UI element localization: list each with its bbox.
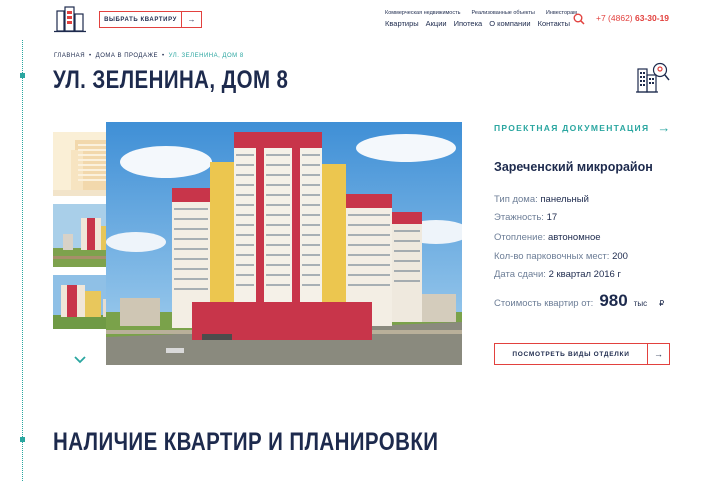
rail-marker	[20, 437, 25, 442]
breadcrumb-home[interactable]: ГЛАВНАЯ	[54, 53, 85, 59]
property-value: автономное	[548, 232, 601, 243]
project-docs-link[interactable]: ПРОЕКТНАЯ ДОКУМЕНТАЦИЯ →	[494, 121, 670, 134]
chevron-down-icon[interactable]	[73, 352, 87, 364]
breadcrumb-separator: •	[89, 53, 92, 59]
phone-digits: 63-30-19	[635, 13, 670, 23]
price-from: Стоимость квартир от: 980 тыс ₽	[494, 291, 664, 311]
section-title: НАЛИЧИЕ КВАРТИР И ПЛАНИРОВКИ	[53, 428, 439, 456]
property-label: Кол-во парковочных мест:	[494, 251, 610, 262]
project-docs-label: ПРОЕКТНАЯ ДОКУМЕНТАЦИЯ	[494, 122, 650, 133]
arrow-right-icon: →	[657, 120, 671, 135]
page-title: УЛ. ЗЕЛЕНИНА, ДОМ 8	[53, 66, 289, 94]
price-unit: тыс	[633, 299, 648, 308]
rail-marker	[20, 73, 25, 78]
nav-link-mortgage[interactable]: Ипотека	[454, 19, 483, 28]
secondary-nav: Коммерческая недвижимость Реализованные …	[385, 10, 577, 16]
nav-link-contacts[interactable]: Контакты	[538, 19, 570, 28]
phone-prefix: +7 (4862)	[596, 13, 633, 23]
price-value: 980	[599, 291, 628, 310]
nav-link-about[interactable]: О компании	[489, 19, 530, 28]
property-floors: Этажность: 17	[494, 212, 557, 223]
building-key-icon	[636, 61, 670, 93]
pick-apartment-button[interactable]: ВЫБРАТЬ КВАРТИРУ →	[99, 11, 202, 28]
property-heating: Отопление: автономное	[494, 232, 601, 243]
price-label: Стоимость квартир от:	[494, 298, 594, 309]
nav-link-apartments[interactable]: Квартиры	[385, 19, 419, 28]
property-value: 2 квартал 2016 г	[548, 269, 621, 280]
search-icon[interactable]	[573, 12, 585, 25]
view-finishes-button[interactable]: ПОСМОТРЕТЬ ВИДЫ ОТДЕЛКИ →	[494, 343, 670, 365]
property-label: Этажность:	[494, 212, 544, 223]
main-nav: Квартиры Акции Ипотека О компании Контак…	[385, 19, 570, 28]
building-logo-icon[interactable]	[54, 5, 86, 33]
property-house-type: Тип дома: панельный	[494, 194, 589, 205]
nav-link-completed[interactable]: Реализованные объекты	[472, 10, 535, 16]
ruble-icon: ₽	[659, 299, 665, 308]
building-photo	[106, 122, 462, 365]
view-finishes-label: ПОСМОТРЕТЬ ВИДЫ ОТДЕЛКИ	[512, 350, 630, 358]
breadcrumb-houses[interactable]: ДОМА В ПРОДАЖЕ	[96, 53, 158, 59]
pick-apartment-label: ВЫБРАТЬ КВАРТИРУ	[104, 16, 177, 23]
nav-link-promotions[interactable]: Акции	[426, 19, 447, 28]
breadcrumb-separator: •	[162, 53, 165, 59]
district-name: Зареченский микрорайон	[494, 160, 653, 174]
phone-number[interactable]: +7 (4862) 63-30-19	[596, 13, 669, 23]
property-label: Отопление:	[494, 232, 546, 243]
decorative-rail	[22, 40, 23, 481]
property-value: 17	[546, 212, 558, 223]
property-parking: Кол-во парковочных мест: 200	[494, 251, 628, 262]
property-value: 200	[612, 251, 628, 262]
property-value: панельный	[540, 194, 589, 205]
breadcrumb: ГЛАВНАЯ • ДОМА В ПРОДАЖЕ • УЛ. ЗЕЛЕНИНА,…	[54, 53, 244, 59]
property-label: Тип дома:	[494, 194, 538, 205]
arrow-right-icon: →	[647, 344, 669, 364]
arrow-right-icon: →	[181, 12, 201, 27]
nav-link-commercial[interactable]: Коммерческая недвижимость	[385, 10, 461, 16]
property-label: Дата сдачи:	[494, 269, 546, 280]
breadcrumb-current: УЛ. ЗЕЛЕНИНА, ДОМ 8	[168, 53, 244, 59]
property-delivery-date: Дата сдачи: 2 квартал 2016 г	[494, 269, 621, 280]
